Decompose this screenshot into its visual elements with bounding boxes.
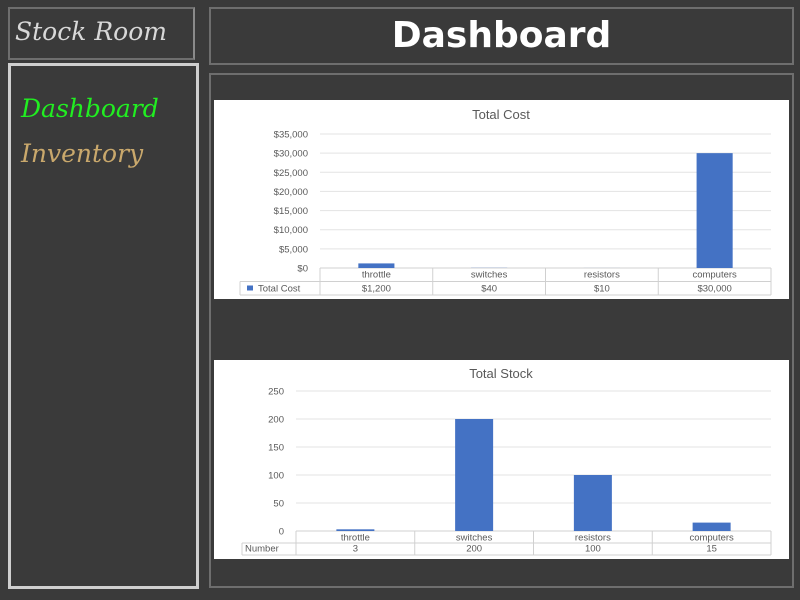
sidebar: Dashboard Inventory <box>8 63 199 589</box>
category-label: switches <box>456 533 493 544</box>
y-tick-label: $10,000 <box>274 225 308 236</box>
data-label: 15 <box>706 544 717 555</box>
sidebar-item-dashboard[interactable]: Dashboard <box>21 94 159 123</box>
y-tick-label: 200 <box>268 415 284 426</box>
category-label: computers <box>689 533 734 544</box>
y-tick-label: 150 <box>268 443 284 454</box>
y-tick-label: $5,000 <box>279 244 308 255</box>
legend-label: Number <box>245 544 279 555</box>
y-tick-label: $35,000 <box>274 130 308 141</box>
bar <box>696 153 733 268</box>
chart-title: Total Stock <box>469 366 533 381</box>
brand-box: Stock Room <box>8 7 195 60</box>
y-tick-label: 50 <box>273 499 284 510</box>
category-label: resistors <box>584 270 620 281</box>
category-label: throttle <box>341 533 370 544</box>
data-label: $10 <box>594 284 610 295</box>
sidebar-item-inventory[interactable]: Inventory <box>21 139 143 168</box>
data-label: $1,200 <box>362 284 391 295</box>
page-title: Dashboard <box>391 15 612 56</box>
page-header: Dashboard <box>209 7 794 65</box>
y-tick-label: 250 <box>268 387 284 398</box>
bar <box>692 522 731 531</box>
data-label: $40 <box>481 284 497 295</box>
bar <box>358 263 395 268</box>
legend-label: Total Cost <box>258 284 301 295</box>
total-cost-chart: Total Cost $0 $5,000 $10,000 $15,000 $20,000 $… <box>239 107 772 296</box>
y-tick-label: $15,000 <box>274 206 308 217</box>
data-label: 100 <box>585 544 601 555</box>
total-stock-chart: Total Stock 0 50 100 150 200 250 throttle3 switc… <box>241 366 772 556</box>
total-cost-chart-card: Total Cost $0 $5,000 $10,000 $15,000 $20,000 $… <box>214 100 789 299</box>
app-title: Stock Room <box>15 17 167 46</box>
y-tick-label: 100 <box>268 471 284 482</box>
total-stock-chart-card: Total Stock 0 50 100 150 200 250 throttle 3 switc… <box>214 360 789 559</box>
category-label: resistors <box>575 533 611 544</box>
bar <box>336 529 375 531</box>
y-tick-label: $30,000 <box>274 149 308 160</box>
y-tick-label: $20,000 <box>274 187 308 198</box>
chart-title: Total Cost <box>472 107 530 122</box>
category-label: computers <box>692 270 737 281</box>
category-label: throttle <box>362 270 391 281</box>
data-label: $30,000 <box>697 284 731 295</box>
data-label: 200 <box>466 544 482 555</box>
legend-key <box>247 285 253 291</box>
y-tick-label: $0 <box>297 264 308 275</box>
y-tick-label: $25,000 <box>274 168 308 179</box>
y-tick-label: 0 <box>279 527 284 538</box>
bar <box>455 419 494 531</box>
data-label: 3 <box>353 544 358 555</box>
category-label: switches <box>471 270 508 281</box>
bar <box>573 475 612 531</box>
